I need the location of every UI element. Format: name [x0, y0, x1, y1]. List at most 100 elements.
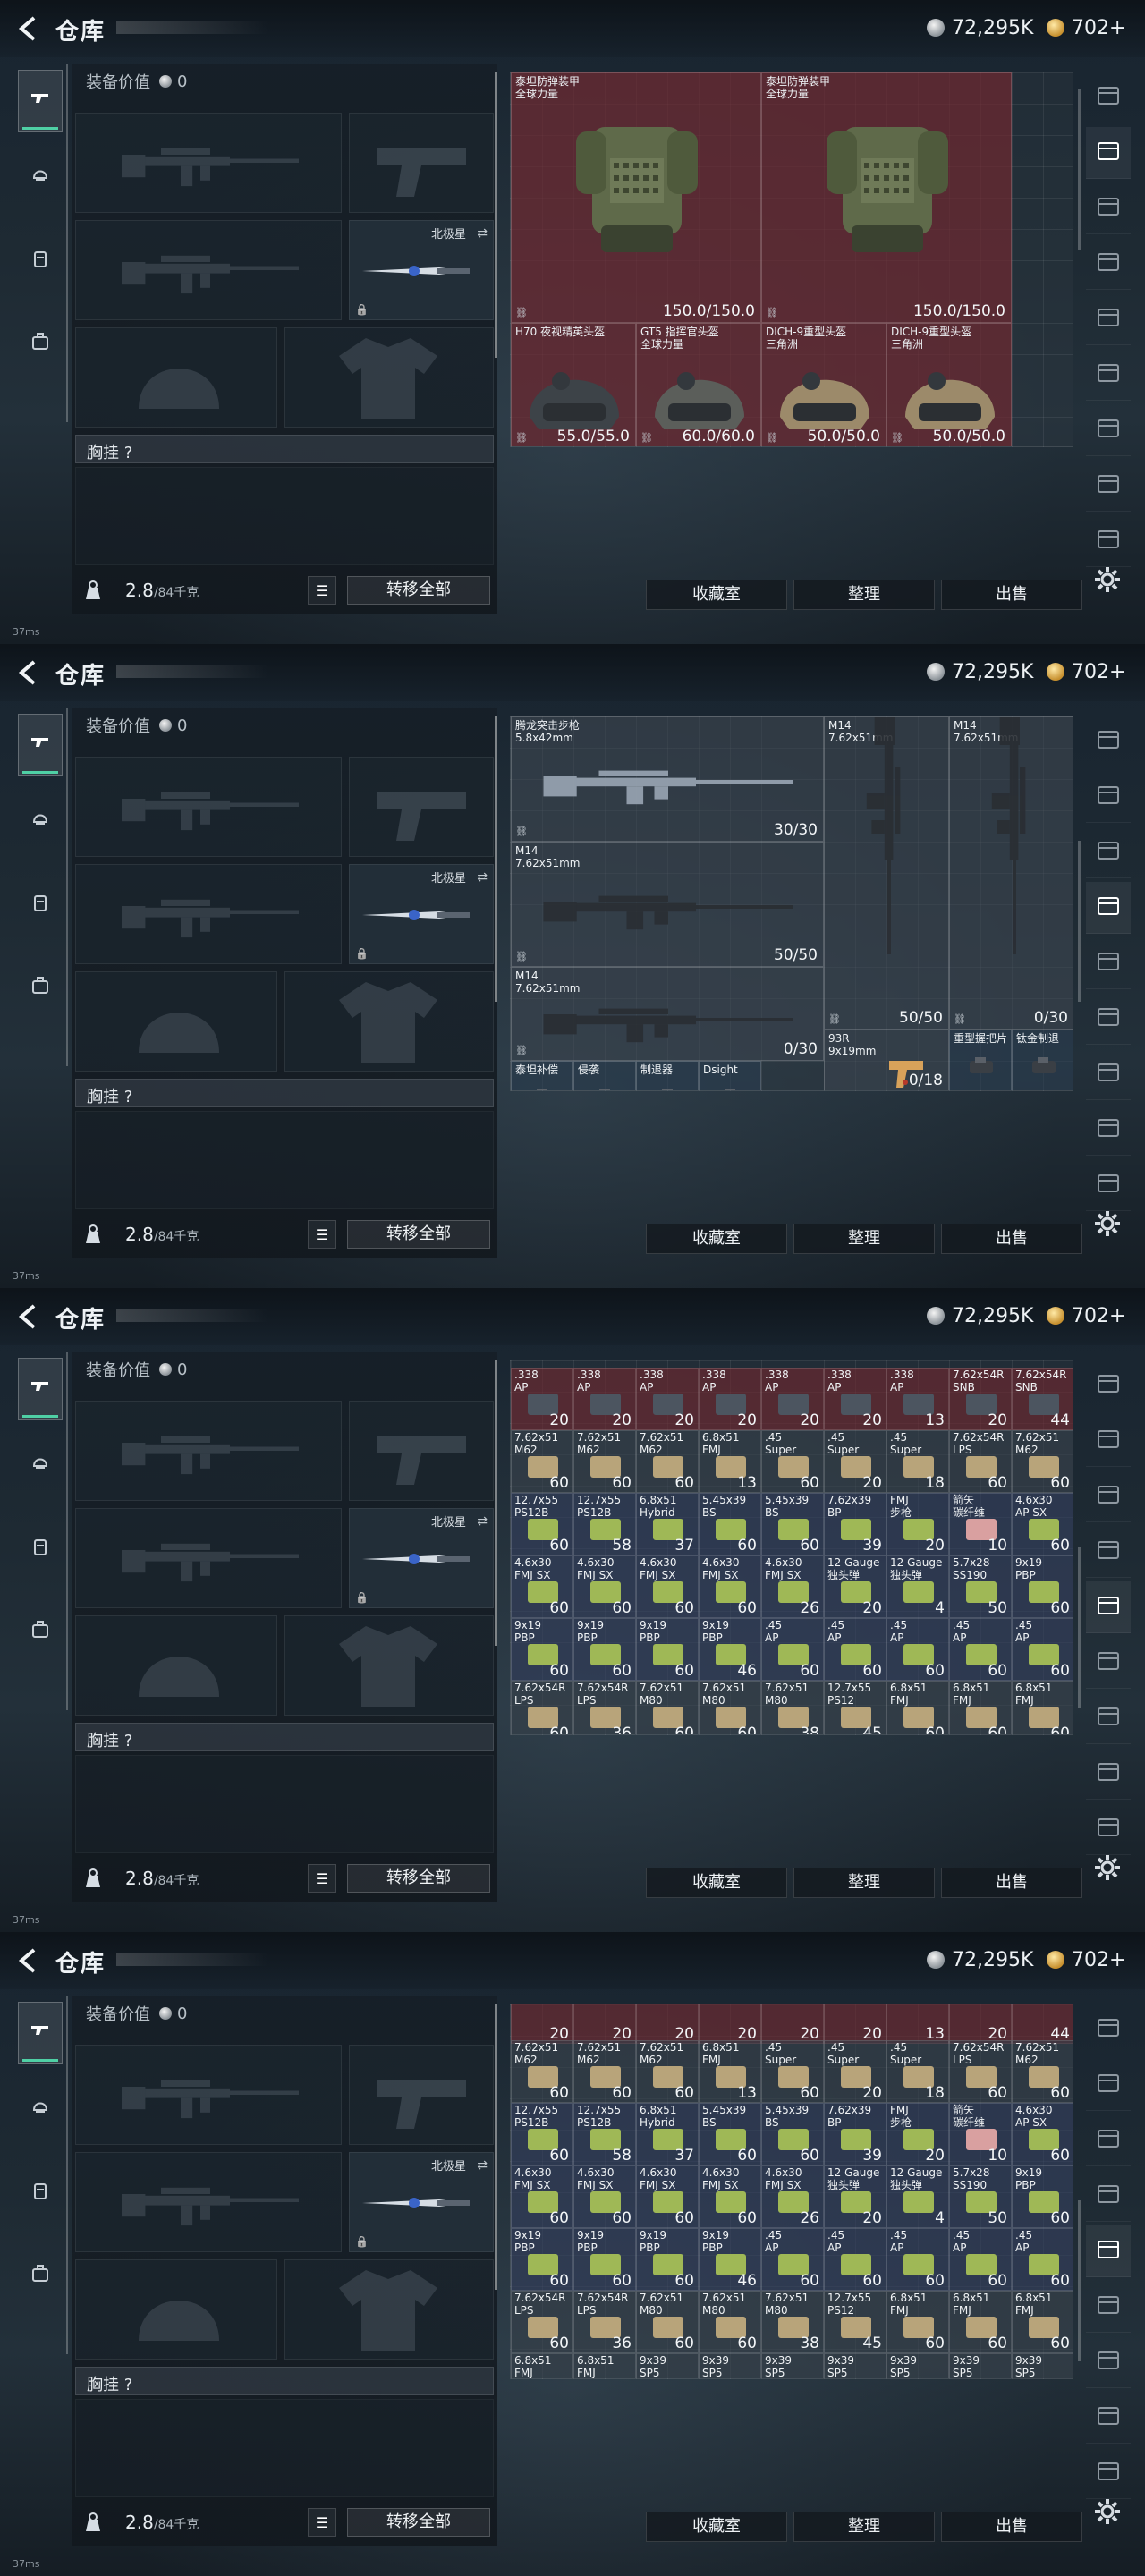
ammo-stack[interactable]: 4.6x30 FMJ SX 60	[511, 1555, 573, 1618]
storage-page-tab[interactable]	[1086, 182, 1131, 234]
backpack-slot[interactable]	[75, 1111, 494, 1209]
armor-slot[interactable]	[284, 327, 494, 428]
ammo-stack[interactable]: .45 Super 60	[761, 1430, 824, 1493]
primary-weapon-slot[interactable]	[75, 1401, 342, 1501]
secondary-weapon-slot[interactable]	[75, 220, 342, 320]
pistol-slot[interactable]	[349, 2045, 494, 2145]
transfer-all-button[interactable]: 转移全部	[347, 1220, 490, 1249]
weapon-item[interactable]: M14 7.62x51mm ⛓ 50/50	[511, 842, 824, 967]
ammo-stack[interactable]: 7.62x51 M80 38	[761, 2291, 824, 2353]
ammo-stack[interactable]: 7.62x51 M80 60	[699, 2291, 761, 2353]
gear-icon[interactable]	[1093, 1853, 1122, 1882]
weapon-item[interactable]: M14 7.62x51mm ⛓ 0/30	[949, 716, 1073, 1030]
melee-slot[interactable]: 北极星 ⇄ 🔒	[349, 2152, 494, 2252]
sort-button[interactable]: 整理	[793, 1868, 935, 1898]
storage-page-tab[interactable]	[1086, 993, 1131, 1045]
helmet-item[interactable]: DICH-9重型头盔 三角洲 ⛓ 50.0/50.0	[886, 323, 1012, 446]
ammo-stack[interactable]: .338 AP 13	[886, 1368, 949, 1430]
storage-page-tab[interactable]	[1086, 1748, 1131, 1800]
ammo-stack[interactable]: 5.45x39 BS 60	[699, 2103, 761, 2165]
equipment-scrollbar[interactable]	[495, 1360, 497, 1646]
gold-currency[interactable]: 702+	[1047, 1946, 1125, 1973]
ammo-stack[interactable]: .45 AP 60	[886, 1618, 949, 1681]
secondary-weapon-slot[interactable]	[75, 1508, 342, 1608]
ammo-stack[interactable]: 9x19 PBP 60	[636, 2228, 699, 2291]
helmet-slot[interactable]	[75, 1615, 277, 1716]
ammo-stack[interactable]: 7.62x51 M62 60	[511, 2040, 573, 2103]
ammo-stack[interactable]: 12 Gauge 独头弹 4	[886, 2165, 949, 2228]
storage-page-tab[interactable]	[1086, 2059, 1131, 2111]
silver-currency[interactable]: 72,295K	[927, 14, 1033, 41]
storage-page-tab[interactable]	[1086, 515, 1131, 567]
chest-rig-slot[interactable]: 胸挂 ?	[75, 435, 494, 463]
attachment-item[interactable]: 制退器	[636, 1061, 699, 1090]
gold-currency[interactable]: 702+	[1047, 14, 1125, 41]
sort-button[interactable]: 整理	[793, 1224, 935, 1254]
ammo-stack[interactable]: 9x39 SP560	[761, 2353, 824, 2378]
storage-page-tab[interactable]	[1086, 1526, 1131, 1578]
ammo-stack[interactable]: 9x39 SP560	[1012, 2353, 1073, 2378]
ammo-stack[interactable]: 6.8x51 Hybrid 37	[636, 1493, 699, 1555]
ammo-stack[interactable]: 9x39 SP560	[886, 2353, 949, 2378]
storage-page-tab[interactable]	[1086, 293, 1131, 345]
ammo-stack[interactable]: 6.8x51 FMJ 60	[1012, 2291, 1073, 2353]
primary-weapon-slot[interactable]	[75, 757, 342, 857]
sort-button[interactable]: 整理	[793, 580, 935, 610]
ammo-stack[interactable]: 20	[511, 2004, 573, 2044]
helmet-item[interactable]: GT5 指挥官头盔 全球力量 ⛓ 60.0/60.0	[636, 323, 761, 446]
ammo-stack[interactable]: 9x39 SP560	[824, 2353, 886, 2378]
secondary-weapon-slot[interactable]	[75, 2152, 342, 2252]
collection-button[interactable]: 收藏室	[646, 1868, 787, 1898]
ammo-stack[interactable]: .45 Super 18	[886, 1430, 949, 1493]
ammo-stack[interactable]: 7.62x54R LPS 60	[949, 2040, 1012, 2103]
equipment-scrollbar[interactable]	[495, 716, 497, 1002]
collection-button[interactable]: 收藏室	[646, 2512, 787, 2542]
ammo-stack[interactable]: 7.62x54R SNB 44	[1012, 1368, 1073, 1430]
storage-page-tab[interactable]	[1086, 937, 1131, 989]
list-view-button[interactable]: ☰	[308, 1864, 336, 1893]
ammo-stack[interactable]: .45 Super 18	[886, 2040, 949, 2103]
sell-button[interactable]: 出售	[941, 580, 1082, 610]
ammo-stack[interactable]: 7.62x51 M80 60	[699, 1681, 761, 1734]
ammo-stack[interactable]: 9x19 PBP 60	[1012, 2165, 1073, 2228]
ammo-stack[interactable]: 12.7x55 PS12B 60	[511, 1493, 573, 1555]
storage-page-tab[interactable]	[1086, 127, 1131, 179]
ammo-stack[interactable]: .338 AP 20	[761, 1368, 824, 1430]
tab-helmet[interactable]	[18, 145, 63, 208]
melee-slot[interactable]: 北极星 ⇄ 🔒	[349, 220, 494, 320]
helmet-slot[interactable]	[75, 2259, 277, 2360]
ammo-stack[interactable]: 7.62x51 M62 60	[636, 2040, 699, 2103]
attachment-item[interactable]: 泰坦补偿	[511, 1061, 573, 1090]
tab-weapons[interactable]	[18, 1358, 63, 1420]
back-arrow-icon[interactable]	[13, 1946, 41, 1975]
ammo-stack[interactable]: 12.7x55 PS12B 58	[573, 2103, 636, 2165]
chest-rig-slot[interactable]: 胸挂 ?	[75, 1079, 494, 1107]
tab-weapons[interactable]	[18, 714, 63, 776]
swap-icon[interactable]: ⇄	[477, 1514, 488, 1529]
ammo-stack[interactable]: 4.6x30 FMJ SX 60	[699, 1555, 761, 1618]
storage-page-tab[interactable]	[1086, 2004, 1131, 2055]
storage-page-tab[interactable]	[1086, 1104, 1131, 1156]
backpack-slot[interactable]	[75, 1755, 494, 1853]
attachment-item[interactable]: 重型握把片	[949, 1030, 1012, 1090]
ammo-stack[interactable]: 7.62x39 BP 39	[824, 1493, 886, 1555]
ammo-stack[interactable]: 7.62x51 M62 60	[573, 2040, 636, 2103]
storage-page-tab[interactable]	[1086, 1415, 1131, 1467]
storage-page-tab[interactable]	[1086, 1803, 1131, 1855]
ammo-stack[interactable]: 箭矢 碳纤维 10	[949, 2103, 1012, 2165]
list-view-button[interactable]: ☰	[308, 1220, 336, 1249]
ammo-stack[interactable]: 44	[1012, 2004, 1073, 2044]
ammo-stack[interactable]: 7.62x51 M62 60	[1012, 2040, 1073, 2103]
ammo-stack[interactable]: 4.6x30 AP SX 60	[1012, 1493, 1073, 1555]
storage-page-tab[interactable]	[1086, 716, 1131, 767]
ammo-stack[interactable]: 5.7x28 SS190 50	[949, 2165, 1012, 2228]
ammo-stack[interactable]: 20	[824, 2004, 886, 2044]
armor-item[interactable]: 泰坦防弹装甲 全球力量 ⛓ 150.0/150.0	[761, 72, 1012, 323]
ammo-stack[interactable]: 6.8x51 FMJ 60	[886, 1681, 949, 1734]
ammo-stack[interactable]: 4.6x30 FMJ SX 60	[636, 1555, 699, 1618]
ammo-stack[interactable]: FMJ 步枪 20	[886, 2103, 949, 2165]
attachment-item[interactable]: 侵袭	[573, 1061, 636, 1090]
ammo-stack[interactable]: 5.45x39 BS 60	[761, 2103, 824, 2165]
tab-armor[interactable]	[18, 231, 63, 293]
ammo-stack[interactable]: .45 AP 60	[1012, 1618, 1073, 1681]
